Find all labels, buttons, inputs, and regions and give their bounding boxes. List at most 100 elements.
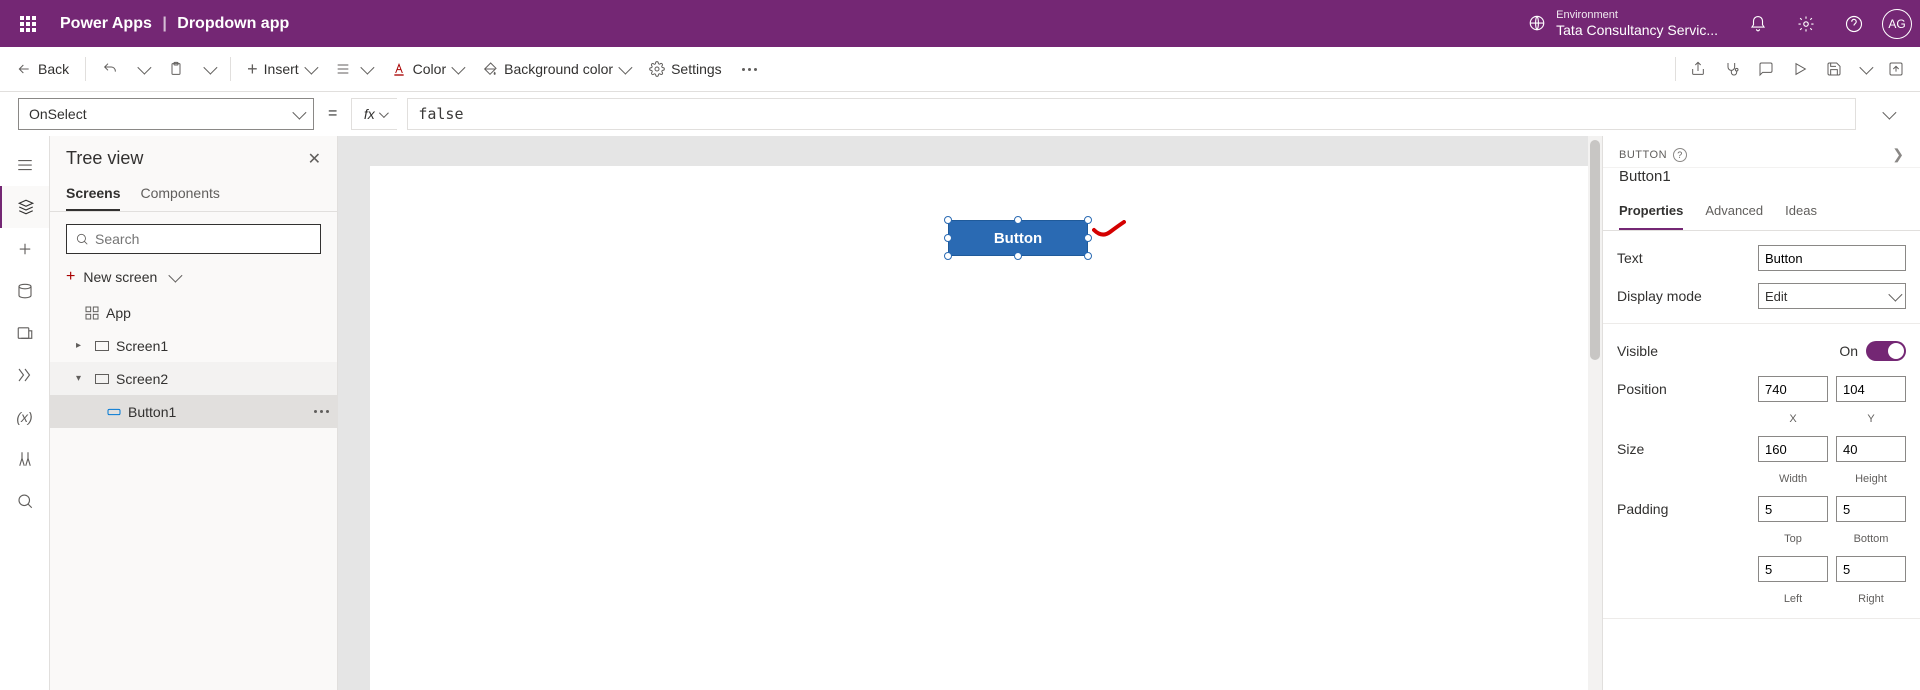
stethoscope-icon [1724, 61, 1740, 77]
tree-node-screen1[interactable]: ▸ Screen1 [50, 329, 337, 362]
list-icon [335, 61, 351, 77]
paste-button[interactable] [160, 51, 192, 87]
close-panel-icon[interactable]: ✕ [308, 149, 321, 169]
control-type-label: BUTTON [1619, 149, 1667, 161]
tab-advanced[interactable]: Advanced [1705, 195, 1763, 230]
fx-button[interactable]: fx [351, 98, 397, 130]
prop-displaymode-label: Display mode [1617, 288, 1758, 304]
user-avatar[interactable]: AG [1882, 9, 1912, 39]
plus-icon: + [66, 268, 75, 286]
padding-right-input[interactable] [1836, 556, 1906, 582]
position-y-input[interactable] [1836, 376, 1906, 402]
chat-icon [1758, 61, 1774, 77]
prop-padding-label: Padding [1617, 501, 1758, 517]
save-button[interactable] [1818, 51, 1850, 87]
share-icon [1690, 61, 1706, 77]
tree-view-icon[interactable] [0, 186, 49, 228]
list-button[interactable] [327, 51, 379, 87]
properties-panel: BUTTON ? ❯ Button1 Properties Advanced I… [1602, 136, 1920, 690]
font-color-icon [391, 61, 407, 77]
prop-displaymode-select[interactable]: Edit [1758, 283, 1906, 309]
notifications-icon[interactable] [1738, 4, 1778, 44]
hamburger-icon[interactable] [0, 144, 49, 186]
publish-button[interactable] [1880, 51, 1912, 87]
size-height-input[interactable] [1836, 436, 1906, 462]
share-button[interactable] [1682, 51, 1714, 87]
globe-icon [1528, 14, 1546, 32]
paste-split[interactable] [196, 51, 222, 87]
more-commands[interactable] [734, 51, 765, 87]
collapse-panel-icon[interactable]: ❯ [1892, 146, 1904, 163]
flows-rail-icon[interactable] [0, 354, 49, 396]
insert-rail-icon[interactable] [0, 228, 49, 270]
help-icon[interactable]: ? [1673, 148, 1687, 162]
undo-button[interactable] [94, 51, 126, 87]
control-name: Button1 [1603, 168, 1920, 195]
gear-icon [649, 61, 665, 77]
tab-components[interactable]: Components [140, 177, 219, 211]
formula-bar: OnSelect = fx [0, 92, 1920, 136]
save-split[interactable] [1852, 51, 1878, 87]
expand-formula-icon[interactable] [1874, 100, 1902, 128]
canvas[interactable]: Button [338, 136, 1602, 690]
help-icon[interactable] [1834, 4, 1874, 44]
data-rail-icon[interactable] [0, 270, 49, 312]
screen-icon [94, 371, 110, 387]
back-button[interactable]: Back [8, 51, 77, 87]
undo-split[interactable] [130, 51, 156, 87]
search-rail-icon[interactable] [0, 480, 49, 522]
tree-view-panel: Tree view ✕ Screens Components + New scr… [50, 136, 338, 690]
app-launcher-icon[interactable] [8, 4, 48, 44]
equals-sign: = [324, 105, 341, 123]
tree-search-input[interactable] [95, 231, 312, 247]
prop-visible-label: Visible [1617, 343, 1839, 359]
media-rail-icon[interactable] [0, 312, 49, 354]
tree-title: Tree view [66, 148, 143, 169]
insert-button[interactable]: + Insert [239, 51, 323, 87]
variables-rail-icon[interactable]: (x) [0, 396, 49, 438]
chevron-down-icon[interactable]: ▾ [76, 373, 88, 384]
plus-icon: + [247, 59, 258, 80]
tree-node-app[interactable]: App [50, 296, 337, 329]
tree-node-button1[interactable]: Button1 [50, 395, 337, 428]
app-icon [84, 305, 100, 321]
scrollbar-vertical[interactable] [1588, 136, 1602, 690]
size-width-input[interactable] [1758, 436, 1828, 462]
comments-button[interactable] [1750, 51, 1782, 87]
padding-left-input[interactable] [1758, 556, 1828, 582]
red-annotation-icon [1092, 220, 1126, 238]
position-x-input[interactable] [1758, 376, 1828, 402]
formula-input[interactable] [407, 98, 1856, 130]
prop-position-label: Position [1617, 381, 1758, 397]
padding-bottom-input[interactable] [1836, 496, 1906, 522]
prop-text-label: Text [1617, 250, 1758, 266]
search-icon [75, 232, 89, 246]
prop-text-input[interactable] [1758, 245, 1906, 271]
tree-search[interactable] [66, 224, 321, 254]
button-icon [106, 404, 122, 420]
chevron-right-icon[interactable]: ▸ [76, 340, 88, 351]
tree-node-screen2[interactable]: ▾ Screen2 [50, 362, 337, 395]
new-screen-button[interactable]: + New screen [50, 262, 337, 296]
settings-icon[interactable] [1786, 4, 1826, 44]
environment-selector[interactable]: Environment Tata Consultancy Servic... [1528, 9, 1730, 39]
node-more-icon[interactable] [314, 410, 329, 413]
play-button[interactable] [1784, 51, 1816, 87]
tab-ideas[interactable]: Ideas [1785, 195, 1817, 230]
tab-properties[interactable]: Properties [1619, 195, 1683, 230]
app-header: Power Apps | Dropdown app Environment Ta… [0, 0, 1920, 47]
settings-button[interactable]: Settings [641, 51, 730, 87]
color-button[interactable]: Color [383, 51, 470, 87]
visible-toggle[interactable] [1866, 341, 1906, 361]
left-rail: (x) [0, 136, 50, 690]
save-icon [1826, 61, 1842, 77]
app-title: Power Apps | Dropdown app [60, 15, 289, 33]
clipboard-icon [168, 61, 184, 77]
tab-screens[interactable]: Screens [66, 177, 120, 211]
bgcolor-button[interactable]: Background color [474, 51, 637, 87]
canvas-button-control[interactable]: Button [948, 220, 1088, 256]
padding-top-input[interactable] [1758, 496, 1828, 522]
checker-button[interactable] [1716, 51, 1748, 87]
property-selector[interactable]: OnSelect [18, 98, 314, 130]
tools-rail-icon[interactable] [0, 438, 49, 480]
